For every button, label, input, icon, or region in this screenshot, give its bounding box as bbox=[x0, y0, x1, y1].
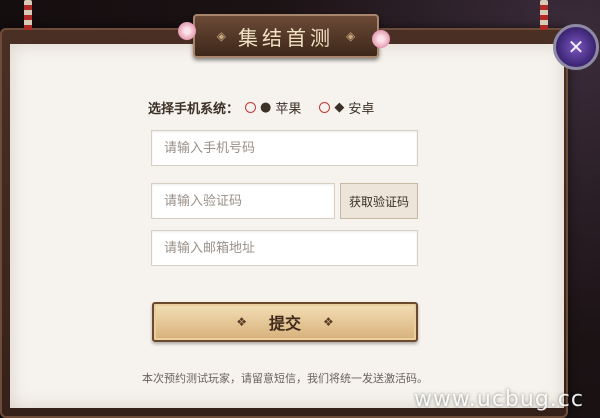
get-code-button[interactable]: 获取验证码 bbox=[340, 183, 418, 219]
radio-ios[interactable] bbox=[245, 101, 257, 113]
ornament-icon: ❖ bbox=[323, 315, 334, 329]
phone-input[interactable] bbox=[151, 130, 418, 166]
apple-icon: ● bbox=[260, 99, 272, 115]
os-option-label: 安卓 bbox=[348, 101, 375, 117]
title-plaque: ◈ 集结首测 ◈ bbox=[193, 14, 379, 58]
verification-code-input[interactable] bbox=[151, 183, 335, 219]
ornament-icon: ◈ bbox=[346, 29, 356, 43]
radio-android[interactable] bbox=[319, 101, 331, 113]
email-input[interactable] bbox=[151, 230, 418, 266]
blossom-icon bbox=[178, 22, 196, 40]
submit-label: 提交 bbox=[268, 314, 301, 333]
watermark: www.ucbug.cc bbox=[413, 387, 584, 412]
os-select-row: 选择手机系统： ● 苹果 ◆ 安卓 bbox=[148, 98, 392, 117]
os-option-label: 苹果 bbox=[275, 101, 302, 117]
close-button[interactable]: ✕ bbox=[553, 24, 599, 70]
ornament-icon: ◈ bbox=[216, 29, 226, 43]
os-select-label: 选择手机系统： bbox=[148, 101, 240, 117]
os-option-ios[interactable]: ● 苹果 bbox=[245, 98, 301, 117]
os-option-android[interactable]: ◆ 安卓 bbox=[319, 98, 374, 117]
close-icon: ✕ bbox=[567, 35, 585, 59]
submit-button[interactable]: ❖ 提交 ❖ bbox=[152, 302, 418, 342]
android-icon: ◆ bbox=[334, 99, 345, 115]
ornament-icon: ❖ bbox=[236, 315, 247, 329]
notice-text: 本次预约测试玩家，请留意短信，我们将统一发送激活码。 bbox=[142, 372, 428, 385]
left-pole bbox=[24, 0, 32, 30]
right-pole bbox=[540, 0, 548, 30]
blossom-icon bbox=[372, 30, 390, 48]
dialog-title: 集结首测 bbox=[238, 25, 334, 50]
